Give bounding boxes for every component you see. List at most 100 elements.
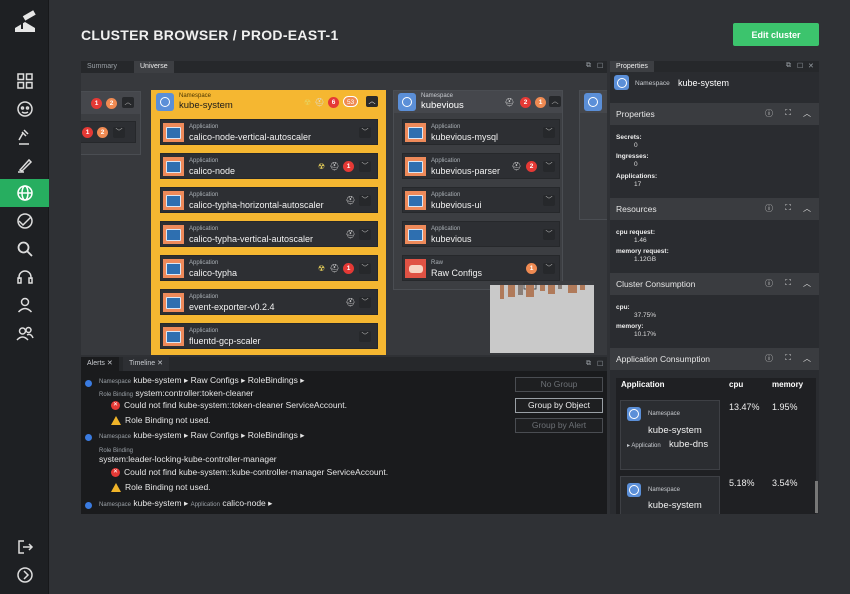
nav-rules[interactable] (0, 207, 49, 235)
nav-dashboard[interactable] (0, 67, 49, 95)
consumption-row[interactable]: Namespace kube-system (620, 476, 720, 514)
edit-cluster-button[interactable]: Edit cluster (733, 23, 819, 46)
app-name: kubevious-mysql (431, 132, 499, 142)
app-card[interactable]: Application event-exporter-v0.2.4 ⛑ ﹀ (160, 289, 378, 315)
section-resources[interactable]: Resources ⓘ ⛶ ︿ (610, 198, 819, 220)
alert-path[interactable]: Namespace kube-system ▸ Application cali… (99, 498, 272, 509)
error-badge: 1 (91, 98, 102, 109)
chevron-down-icon[interactable]: ﹀ (543, 229, 555, 240)
alert-path[interactable]: Namespace kube-system ▸ Raw Configs ▸ Ro… (99, 430, 305, 441)
tab-summary[interactable]: Summary (81, 61, 123, 73)
namespace-partial[interactable]: 1 2 ︿ 1 2 ﹀ (81, 91, 141, 155)
tab-timeline-label: Timeline (129, 360, 156, 367)
chevron-up-icon[interactable]: ︿ (122, 97, 134, 108)
section-app-consumption[interactable]: Application Consumption ⓘ ⛶ ︿ (610, 348, 819, 370)
chevron-up-icon[interactable]: ︿ (801, 108, 813, 119)
chevron-up-icon[interactable]: ︿ (366, 96, 378, 107)
nav-brush[interactable] (0, 151, 49, 179)
kubevious-logo-icon[interactable] (10, 8, 40, 38)
prop-value: 37.75% (634, 312, 657, 319)
prop-value: 1.46 (634, 237, 647, 244)
namespace-kubevious[interactable]: Namespace kubevious ⛑ 2 1 ︿ Application k… (393, 90, 563, 290)
info-icon[interactable]: ⓘ (763, 353, 775, 364)
chevron-down-icon[interactable]: ﹀ (359, 195, 371, 206)
app-card[interactable]: Application calico-node-vertical-autoscal… (160, 119, 378, 145)
nav-face[interactable] (0, 95, 49, 123)
chevron-down-icon[interactable]: ﹀ (359, 297, 371, 308)
chevron-down-icon[interactable]: ﹀ (359, 263, 371, 274)
section-properties[interactable]: Properties ⓘ ⛶ ︿ (610, 103, 819, 125)
tab-alerts[interactable]: Alerts ✕ (81, 357, 119, 371)
app-card[interactable]: Application calico-typha ☢ ⛑ 1 ﹀ (160, 255, 378, 281)
nav-search[interactable] (0, 235, 49, 263)
fullscreen-icon[interactable]: ⛶ (782, 203, 794, 213)
fullscreen-icon[interactable]: ⛶ (782, 353, 794, 363)
chevron-down-icon[interactable]: ﹀ (543, 161, 555, 172)
chevron-down-icon[interactable]: ﹀ (543, 195, 555, 206)
prop-value: 10.17% (634, 331, 657, 338)
nav-users[interactable] (0, 319, 49, 347)
close-icon[interactable]: ✕ (107, 360, 113, 367)
chevron-up-icon[interactable]: ︿ (549, 96, 561, 107)
section-cluster-consumption[interactable]: Cluster Consumption ⓘ ⛶ ︿ (610, 273, 819, 295)
app-card[interactable]: Application kubevious ﹀ (402, 221, 560, 247)
namespace-partial-right[interactable] (579, 90, 607, 220)
no-group-button[interactable]: No Group (515, 377, 603, 392)
chevron-down-icon[interactable]: ﹀ (359, 331, 371, 342)
chevron-down-icon[interactable]: ﹀ (359, 127, 371, 138)
chevron-down-icon[interactable]: ﹀ (543, 263, 555, 274)
minimap[interactable] (490, 281, 594, 353)
popout-icon[interactable]: ⧉ (586, 62, 591, 70)
nav-logout[interactable] (0, 533, 49, 561)
chevron-down-icon[interactable]: ﹀ (359, 229, 371, 240)
tab-timeline[interactable]: Timeline ✕ (123, 357, 170, 371)
close-icon[interactable]: ✕ (157, 360, 163, 367)
alert-object[interactable]: Role Binding system:controller:token-cle… (99, 388, 254, 398)
scrollbar[interactable] (815, 481, 818, 513)
app-card[interactable]: Application calico-typha-vertical-autosca… (160, 221, 378, 247)
chevron-down-icon[interactable]: ﹀ (543, 127, 555, 138)
app-card[interactable]: Application calico-typha-horizontal-autos… (160, 187, 378, 213)
alerts-list[interactable]: Namespace kube-system ▸ Raw Configs ▸ Ro… (81, 371, 511, 514)
app-card[interactable]: Application kubevious-parser ⛑ 2 ﹀ (402, 153, 560, 179)
application-icon (163, 123, 184, 142)
namespace-header: Namespace kubevious ⛑ 2 1 ︿ (394, 91, 562, 113)
chevron-up-icon[interactable]: ︿ (801, 278, 813, 289)
fullscreen-icon[interactable]: ⛶ (782, 108, 794, 118)
path-item: RoleBindings (247, 375, 298, 385)
group-by-alert-button[interactable]: Group by Alert (515, 418, 603, 433)
info-icon[interactable]: ⓘ (763, 108, 775, 119)
nav-user[interactable] (0, 291, 49, 319)
universe-canvas[interactable]: 1 2 ︿ 1 2 ﹀ Namespace kube-system ☢ ⛑ 6 … (81, 73, 607, 355)
nav-universe[interactable] (0, 179, 49, 207)
chevron-down-icon[interactable]: ﹀ (359, 161, 371, 172)
group-by-object-button[interactable]: Group by Object (515, 398, 603, 413)
consumption-row[interactable]: Namespace kube-system ▸ Application kube… (620, 400, 720, 470)
app-card[interactable]: Application kubevious-ui ﹀ (402, 187, 560, 213)
info-icon[interactable]: ⓘ (763, 278, 775, 289)
popout-icon[interactable]: ⧉ (586, 360, 591, 368)
alert-path[interactable]: Namespace kube-system ▸ Raw Configs ▸ Ro… (99, 375, 305, 386)
chevron-up-icon[interactable]: ︿ (801, 353, 813, 364)
app-card[interactable]: 1 2 ﹀ (81, 121, 136, 143)
chevron-down-icon[interactable]: ﹀ (113, 127, 125, 138)
namespace-kube-system[interactable]: Namespace kube-system ☢ ⛑ 6 53 ︿ Applica… (151, 90, 386, 355)
popout-icon[interactable]: ⧉ (786, 62, 791, 70)
app-card[interactable]: Application kubevious-mysql ﹀ (402, 119, 560, 145)
nav-expand[interactable] (0, 561, 49, 589)
app-card[interactable]: Raw Raw Configs 1 ﹀ (402, 255, 560, 281)
fullscreen-icon[interactable]: ⛶ (782, 278, 794, 288)
maximize-icon[interactable]: ☐ (797, 62, 803, 70)
alert-object[interactable]: system:leader-locking-kube-controller-ma… (99, 454, 277, 464)
nav-support[interactable] (0, 263, 49, 291)
app-card[interactable]: Application fluentd-gcp-scaler ﹀ (160, 323, 378, 349)
maximize-icon[interactable]: ☐ (597, 360, 603, 368)
maximize-icon[interactable]: ☐ (597, 62, 603, 70)
tab-universe[interactable]: Universe (134, 61, 174, 73)
chevron-up-icon[interactable]: ︿ (801, 203, 813, 214)
close-icon[interactable]: ✕ (808, 62, 814, 70)
tab-properties[interactable]: Properties (610, 61, 654, 72)
app-card[interactable]: Application calico-node ☢ ⛑ 1 ﹀ (160, 153, 378, 179)
info-icon[interactable]: ⓘ (763, 203, 775, 214)
nav-gavel[interactable] (0, 123, 49, 151)
